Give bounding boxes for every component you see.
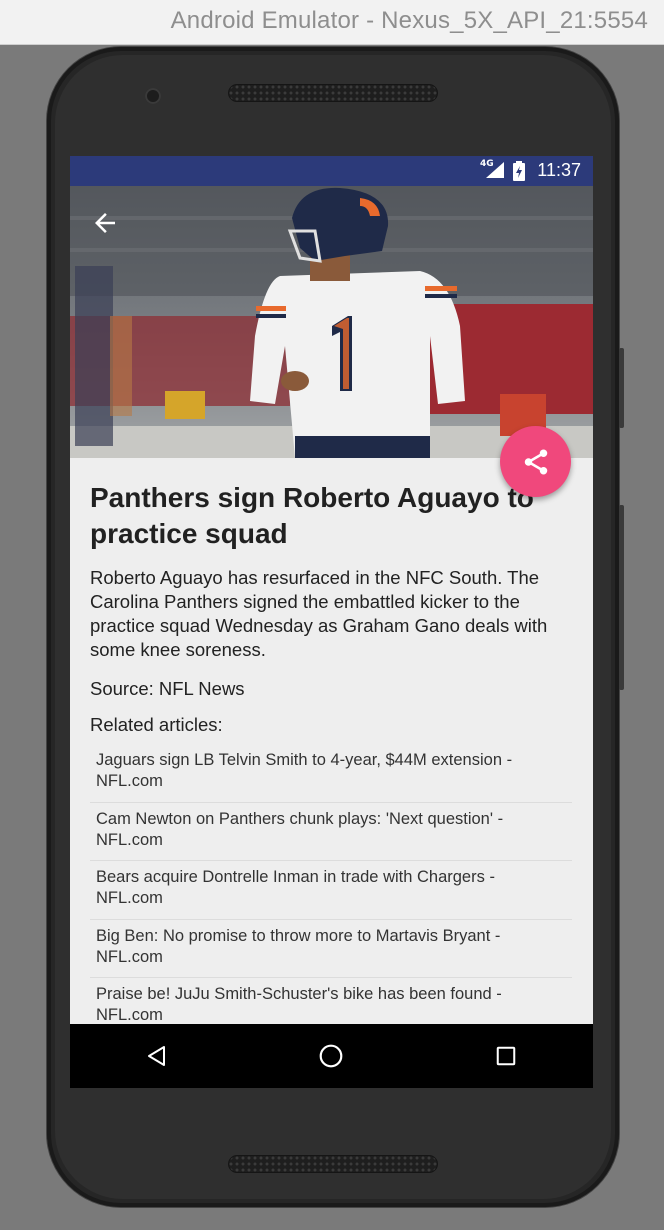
triangle-back-icon: [148, 1046, 166, 1066]
related-articles-list: Jaguars sign LB Telvin Smith to 4-year, …: [90, 744, 572, 1037]
circle-home-icon: [320, 1044, 343, 1068]
related-articles-heading: Related articles:: [90, 714, 223, 735]
article-content: Panthers sign Roberto Aguayo to practice…: [90, 480, 575, 1037]
emulator-title-bar: Android Emulator - Nexus_5X_API_21:5554: [0, 0, 664, 45]
signal-icon: [486, 162, 504, 178]
nav-back-button[interactable]: [133, 1032, 181, 1080]
top-speaker: [228, 84, 438, 102]
volume-button[interactable]: [619, 348, 624, 428]
nav-home-button[interactable]: [307, 1032, 355, 1080]
related-article-item[interactable]: Cam Newton on Panthers chunk plays: 'Nex…: [90, 803, 572, 861]
related-article-item[interactable]: Jaguars sign LB Telvin Smith to 4-year, …: [90, 744, 572, 803]
article-summary: Roberto Aguayo has resurfaced in the NFC…: [90, 567, 548, 660]
related-article-item[interactable]: Big Ben: No promise to throw more to Mar…: [90, 920, 572, 978]
window-title: Android Emulator - Nexus_5X_API_21:5554: [170, 7, 648, 34]
football-player-photo: [70, 186, 593, 458]
arrow-back-icon: [95, 213, 115, 233]
android-nav-bar: [70, 1024, 593, 1088]
related-article-item[interactable]: Bears acquire Dontrelle Inman in trade w…: [90, 861, 572, 920]
square-recents-icon: [496, 1046, 516, 1066]
article-source: Source: NFL News: [90, 678, 245, 699]
power-button[interactable]: [619, 505, 624, 690]
share-icon: [524, 449, 547, 474]
bottom-speaker: [228, 1155, 438, 1173]
device-screen: 4G 11:37 Panthers sign Roberto Aguayo to…: [70, 156, 593, 1088]
status-bar: 4G 11:37: [70, 156, 593, 186]
battery-charging-icon: [513, 161, 525, 181]
front-camera: [145, 88, 161, 104]
back-button[interactable]: [90, 208, 120, 238]
share-button[interactable]: [500, 426, 571, 497]
article-hero-image: [70, 186, 593, 458]
status-time: 11:37: [537, 160, 581, 180]
nav-recents-button[interactable]: [482, 1032, 530, 1080]
article-headline: Panthers sign Roberto Aguayo to practice…: [90, 482, 534, 549]
